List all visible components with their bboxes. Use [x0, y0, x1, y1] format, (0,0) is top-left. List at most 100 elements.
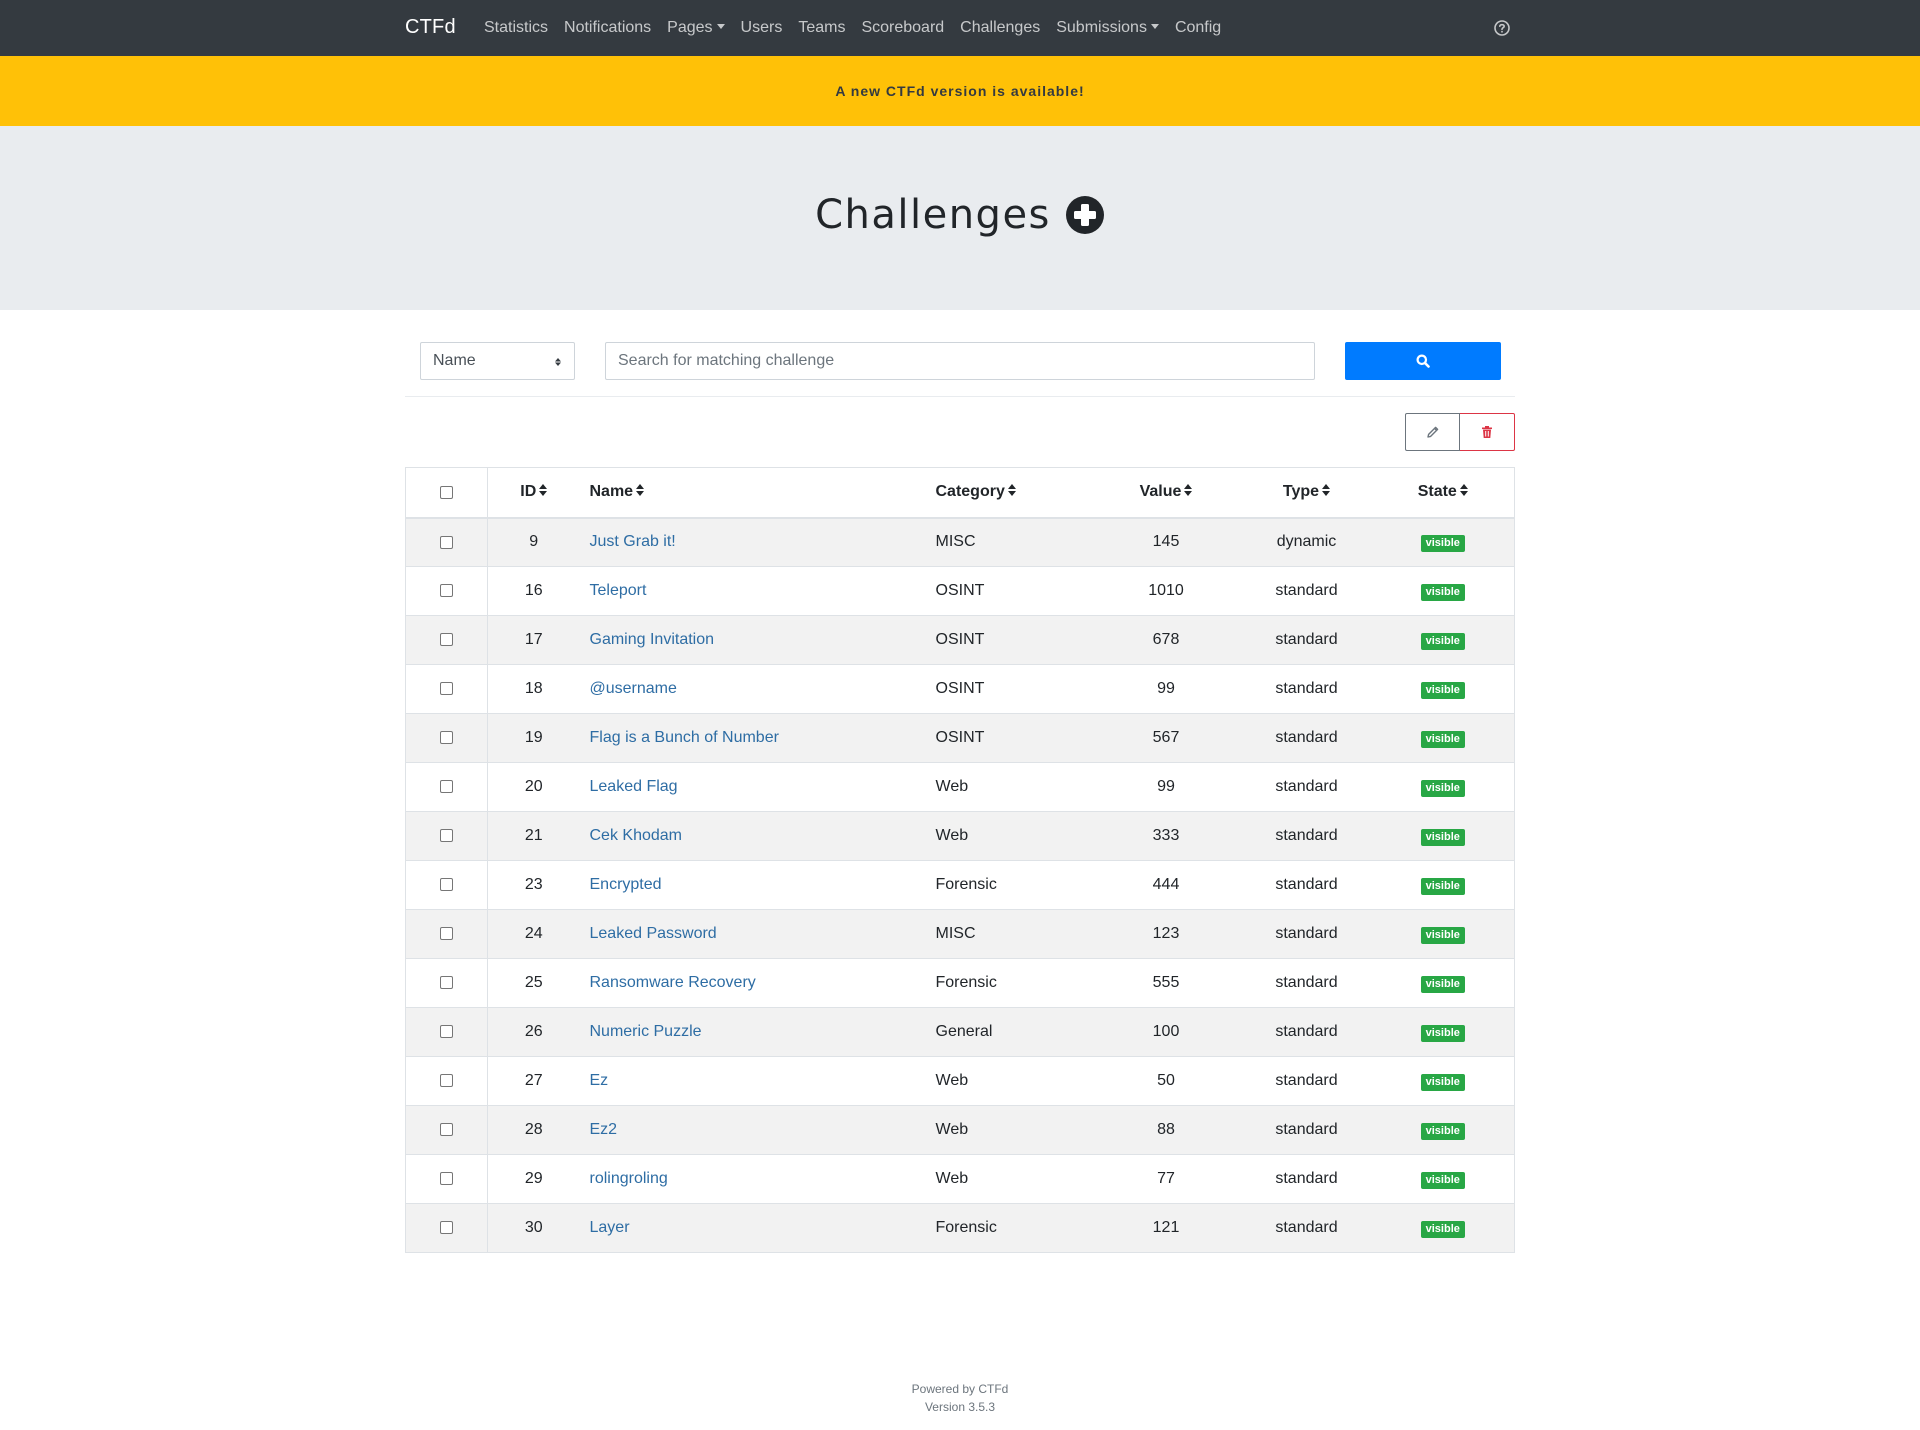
question-circle-icon[interactable]: [1493, 19, 1511, 37]
challenge-name-link[interactable]: Encrypted: [590, 876, 662, 893]
table-row[interactable]: 25 Ransomware Recovery Forensic 555 standard…: [405, 958, 1515, 1008]
challenge-name-link[interactable]: Ez: [590, 1072, 609, 1089]
column-header-state[interactable]: State: [1371, 467, 1515, 519]
column-header-value[interactable]: Value: [1090, 467, 1242, 519]
row-checkbox[interactable]: [440, 829, 453, 843]
challenge-name-link[interactable]: Leaked Password: [590, 925, 717, 942]
table-row[interactable]: 9 Just Grab it! MISC 145 dynamic visible: [405, 517, 1515, 567]
plus-circle-icon[interactable]: [1065, 195, 1105, 235]
state-badge: visible: [1420, 1122, 1465, 1140]
table-row[interactable]: 24 Leaked Password MISC 123 standard visible: [405, 909, 1515, 959]
nav-item-notifications[interactable]: Notifications: [556, 19, 659, 37]
state-badge: visible: [1420, 1171, 1465, 1189]
challenge-name-link[interactable]: Ransomware Recovery: [590, 974, 756, 991]
nav-item-pages[interactable]: Pages: [659, 19, 732, 37]
row-checkbox[interactable]: [440, 535, 453, 549]
nav-item-challenges[interactable]: Challenges: [952, 19, 1048, 37]
challenge-name-link[interactable]: Layer: [590, 1219, 630, 1236]
brand-logo[interactable]: CTFd: [405, 16, 456, 39]
challenge-id: 18: [487, 664, 580, 714]
challenges-table: ID Name Category Value Type State 9 Just …: [405, 467, 1515, 1253]
row-checkbox[interactable]: [440, 731, 453, 745]
row-checkbox[interactable]: [440, 878, 453, 892]
row-checkbox[interactable]: [440, 976, 453, 990]
challenge-id: 28: [487, 1105, 580, 1155]
challenge-name-link[interactable]: Cek Khodam: [590, 827, 683, 844]
version-text: Version 3.5.3: [924, 1400, 996, 1414]
challenge-category: MISC: [925, 909, 1091, 959]
challenge-category: MISC: [925, 517, 1091, 567]
challenge-name-link[interactable]: Gaming Invitation: [590, 631, 715, 648]
challenge-name-link[interactable]: Flag is a Bunch of Number: [590, 729, 779, 746]
table-row[interactable]: 18 @username OSINT 99 standard visible: [405, 664, 1515, 714]
search-input[interactable]: [605, 342, 1315, 380]
row-checkbox[interactable]: [440, 780, 453, 794]
challenge-type: standard: [1241, 762, 1372, 812]
column-header-name[interactable]: Name: [579, 467, 926, 519]
column-header-type[interactable]: Type: [1241, 467, 1372, 519]
table-row[interactable]: 19 Flag is a Bunch of Number OSINT 567 stand…: [405, 713, 1515, 763]
row-checkbox[interactable]: [440, 1074, 453, 1088]
challenge-name-link[interactable]: Just Grab it!: [590, 533, 676, 550]
table-header-row: ID Name Category Value Type State: [405, 467, 1515, 519]
challenge-type: standard: [1241, 909, 1372, 959]
table-row[interactable]: 30 Layer Forensic 121 standard visible: [405, 1203, 1515, 1253]
nav-item-scoreboard[interactable]: Scoreboard: [853, 19, 952, 37]
challenge-name-link[interactable]: Numeric Puzzle: [590, 1023, 702, 1040]
table-row[interactable]: 16 Teleport OSINT 1010 standard visible: [405, 566, 1515, 616]
challenge-name-link[interactable]: @username: [590, 680, 677, 697]
bulk-delete-button[interactable]: [1460, 413, 1515, 451]
row-checkbox[interactable]: [440, 633, 453, 647]
search-button[interactable]: [1345, 342, 1501, 380]
row-checkbox[interactable]: [440, 1172, 453, 1186]
table-row[interactable]: 17 Gaming Invitation OSINT 678 standard visib…: [405, 615, 1515, 665]
nav-item-statistics[interactable]: Statistics: [476, 19, 556, 37]
table-row[interactable]: 26 Numeric Puzzle General 100 standard visibl…: [405, 1007, 1515, 1057]
sort-icon: [1459, 483, 1468, 501]
row-checkbox[interactable]: [440, 1123, 453, 1137]
table-row[interactable]: 20 Leaked Flag Web 99 standard visible: [405, 762, 1515, 812]
search-field-select[interactable]: Name: [420, 342, 575, 380]
row-checkbox[interactable]: [440, 682, 453, 696]
powered-by-link[interactable]: Powered by CTFd: [0, 1380, 1920, 1398]
challenge-value: 121: [1090, 1203, 1242, 1253]
nav-item-config[interactable]: Config: [1167, 19, 1229, 37]
page-header: Challenges: [0, 126, 1920, 310]
search-icon: [1416, 354, 1430, 368]
challenge-id: 30: [487, 1203, 580, 1253]
challenge-value: 123: [1090, 909, 1242, 959]
row-checkbox[interactable]: [440, 1025, 453, 1039]
bulk-actions: [1405, 413, 1515, 451]
row-checkbox[interactable]: [440, 1221, 453, 1235]
nav-item-teams[interactable]: Teams: [790, 19, 853, 37]
challenge-name-link[interactable]: Leaked Flag: [590, 778, 678, 795]
table-row[interactable]: 29 rolingroling Web 77 standard visible: [405, 1154, 1515, 1204]
challenge-type: standard: [1241, 811, 1372, 861]
nav-item-users[interactable]: Users: [733, 19, 791, 37]
challenge-name-link[interactable]: Teleport: [590, 582, 647, 599]
state-badge: visible: [1420, 828, 1465, 846]
challenge-name-link[interactable]: rolingroling: [590, 1170, 668, 1187]
select-all-checkbox[interactable]: [440, 485, 453, 499]
challenge-category: Web: [925, 1056, 1091, 1106]
footer: Powered by CTFd Version 3.5.3: [0, 1380, 1920, 1416]
nav-item-submissions[interactable]: Submissions: [1048, 19, 1167, 37]
bulk-edit-button[interactable]: [1405, 413, 1460, 451]
challenge-type: standard: [1241, 566, 1372, 616]
state-badge: visible: [1420, 975, 1465, 993]
table-row[interactable]: 28 Ez2 Web 88 standard visible: [405, 1105, 1515, 1155]
table-row[interactable]: 27 Ez Web 50 standard visible: [405, 1056, 1515, 1106]
nav-item-label: Notifications: [564, 19, 652, 36]
table-row[interactable]: 21 Cek Khodam Web 333 standard visible: [405, 811, 1515, 861]
column-header-category[interactable]: Category: [925, 467, 1091, 519]
table-row[interactable]: 23 Encrypted Forensic 444 standard visible: [405, 860, 1515, 910]
select-arrows-icon: [555, 358, 561, 366]
challenge-value: 678: [1090, 615, 1242, 665]
row-checkbox[interactable]: [440, 927, 453, 941]
challenge-name-link[interactable]: Ez2: [590, 1121, 618, 1138]
sort-icon: [1184, 483, 1193, 501]
caret-down-icon: [716, 24, 725, 29]
row-checkbox[interactable]: [440, 584, 453, 598]
challenge-id: 17: [487, 615, 580, 665]
column-header-id[interactable]: ID: [487, 467, 580, 519]
